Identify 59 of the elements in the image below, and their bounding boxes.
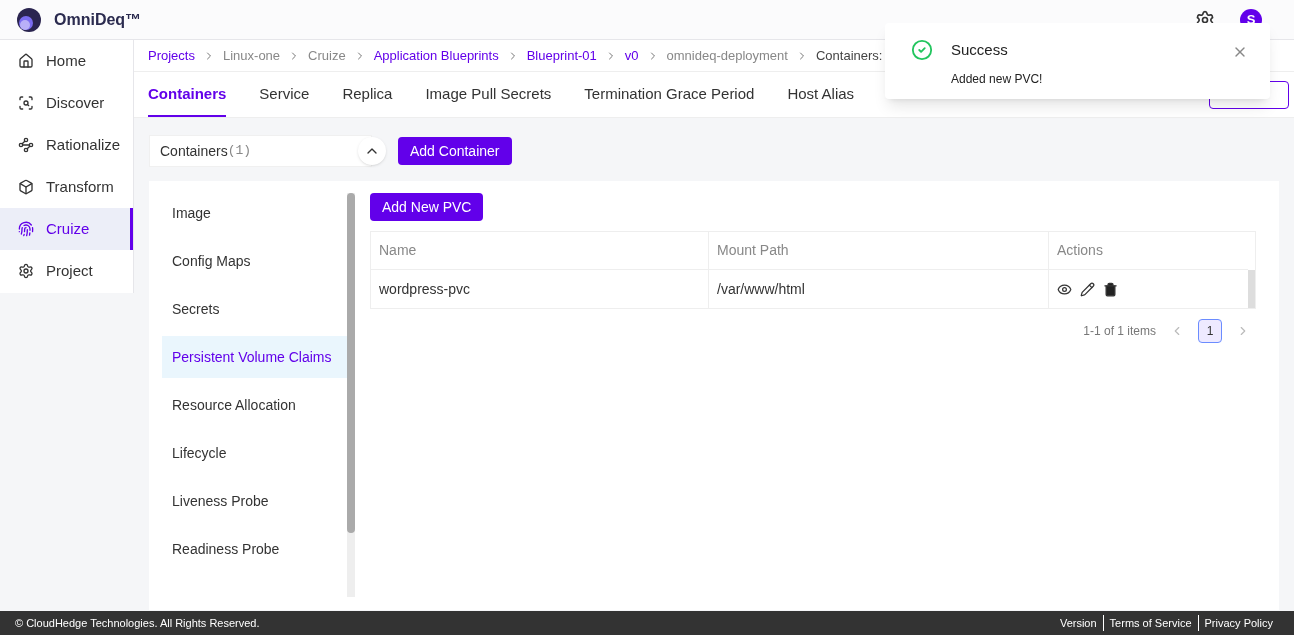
toast-title: Success <box>951 40 1009 60</box>
page-button[interactable]: 1 <box>1198 319 1222 343</box>
sidebar-item[interactable]: Rationalize <box>0 124 133 166</box>
section-menu-item[interactable]: Config Maps <box>162 240 347 282</box>
success-icon <box>911 39 933 61</box>
containers-selector[interactable]: Containers(1) <box>149 135 372 167</box>
footer-link[interactable]: Version <box>1053 614 1103 632</box>
home-icon <box>18 53 34 69</box>
collapse-button[interactable] <box>358 137 386 165</box>
table-scrollbar[interactable] <box>1248 270 1255 308</box>
breadcrumb-item: Cruize <box>308 46 346 65</box>
section-menu-item[interactable]: Secrets <box>162 288 347 330</box>
section-menu-item[interactable]: Liveness Probe <box>162 480 347 522</box>
sidebar-item[interactable]: Home <box>0 40 133 82</box>
tab[interactable]: Containers <box>148 72 227 117</box>
copyright-text: © CloudHedge Technologies. All Rights Reserved. <box>15 615 260 631</box>
section-menu-item[interactable]: Persistent Volume Claims <box>162 336 347 378</box>
section-menu-item[interactable]: Resource Allocation <box>162 384 347 426</box>
magnifier-icon <box>18 95 34 111</box>
toast-message: Added new PVC! <box>951 70 1043 88</box>
delete-icon[interactable] <box>1103 281 1118 297</box>
breadcrumb-item: Linux-one <box>222 46 281 65</box>
column-header: Name <box>378 241 418 260</box>
breadcrumb-link[interactable]: v0 <box>624 45 639 66</box>
column-header: Mount Path <box>708 232 1048 269</box>
add-container-button[interactable]: Add Container <box>398 137 512 165</box>
sidebar-item[interactable]: Project <box>0 250 133 292</box>
tab[interactable]: Service <box>259 72 310 117</box>
gear-icon <box>18 263 34 279</box>
breadcrumb-item: omnideq-deployment <box>666 46 788 65</box>
sidebar-item[interactable]: Transform <box>0 166 133 208</box>
section-menu-item[interactable]: Readiness Probe <box>162 528 347 570</box>
edit-icon[interactable] <box>1080 281 1095 297</box>
breadcrumb-link[interactable]: Projects <box>148 45 195 66</box>
view-icon[interactable] <box>1057 281 1072 297</box>
nodes-icon <box>18 137 34 153</box>
tab[interactable]: Termination Grace Period <box>584 72 755 117</box>
table-cell-text: wordpress-pvc <box>378 279 472 299</box>
breadcrumb-item: Containers: <box>815 46 883 65</box>
tab[interactable]: Replica <box>342 72 393 117</box>
add-pvc-button[interactable]: Add New PVC <box>370 193 484 221</box>
footer-link[interactable]: Terms of Service <box>1102 614 1198 632</box>
sidebar-item[interactable]: Cruize <box>0 208 133 250</box>
tab[interactable]: Host Alias <box>787 72 855 117</box>
section-menu-item[interactable]: Image <box>162 193 347 234</box>
pagination-summary: 1-1 of 1 items <box>1083 323 1156 340</box>
logo-icon <box>17 7 41 32</box>
breadcrumb-link[interactable]: Application Blueprints <box>373 45 499 66</box>
scrollbar-thumb[interactable] <box>347 193 355 533</box>
section-menu-item[interactable]: Lifecycle <box>162 432 347 474</box>
cube-icon <box>18 179 34 195</box>
footer-link[interactable]: Privacy Policy <box>1197 614 1279 632</box>
table-cell: /var/www/html <box>708 270 1048 308</box>
breadcrumb-link[interactable]: Blueprint-01 <box>526 45 597 66</box>
column-header: Actions <box>1048 232 1248 269</box>
tab[interactable]: Image Pull Secrets <box>425 72 552 117</box>
app-name: OmniDeq™ <box>54 9 142 30</box>
sidebar-item[interactable]: Discover <box>0 82 133 124</box>
fingerprint-icon <box>18 221 34 237</box>
